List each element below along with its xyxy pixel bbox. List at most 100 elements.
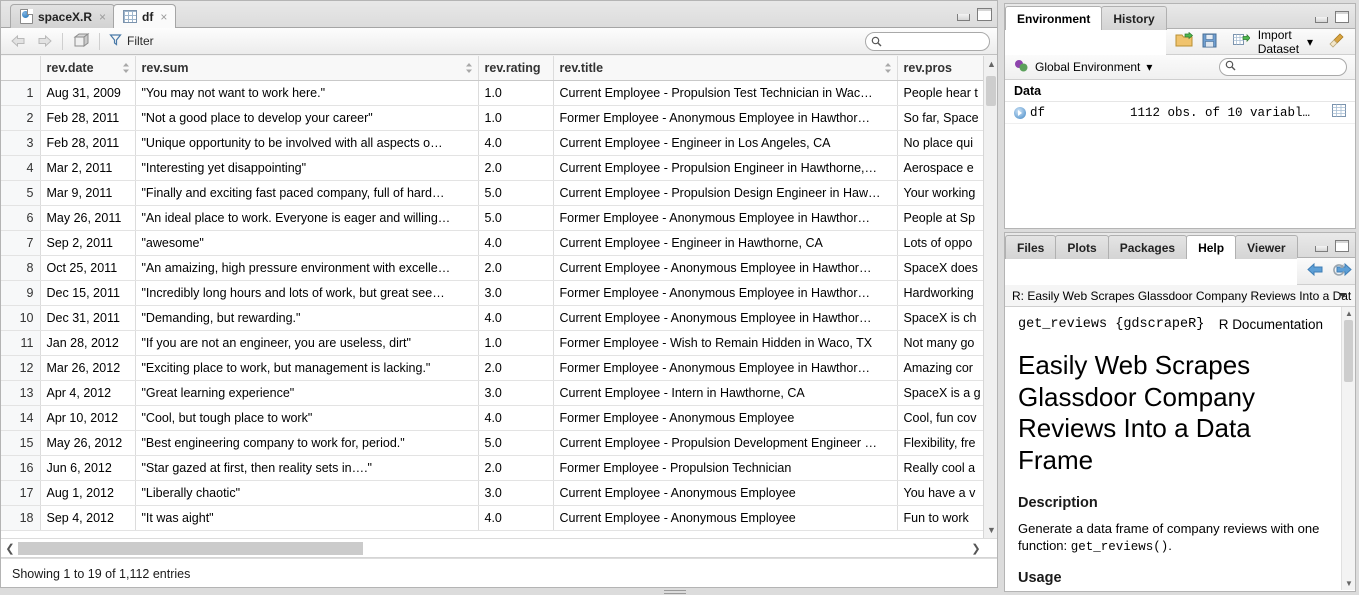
table-row[interactable]: 5 Mar 9, 2011 "Finally and exciting fast p… [0,180,984,206]
environment-search-input[interactable] [1219,58,1347,76]
cell-row-number: 1 [0,80,41,106]
cell-rev-title: Current Employee - Anonymous Employee in… [553,305,898,331]
scroll-thumb[interactable] [1344,320,1353,382]
table-row[interactable]: 13 Apr 4, 2012 "Great learning experience"… [0,380,984,406]
cell-rev-date: May 26, 2011 [40,205,136,231]
table-row[interactable]: 18 Sep 4, 2012 "It was aight" 4.0 Current Em… [0,505,984,531]
tab-history[interactable]: History [1101,6,1167,30]
help-section-heading-description: Description [1018,494,1098,511]
broom-clear-icon[interactable] [1329,32,1345,51]
col-header-rev-sum[interactable]: rev.sum [135,56,479,81]
table-row[interactable]: 8 Oct 25, 2011 "An amaizing, high pressure… [0,255,984,281]
minimize-icon[interactable] [957,14,970,21]
table-row[interactable]: 17 Aug 1, 2012 "Liberally chaotic" 3.0 Curre… [0,480,984,506]
cell-rev-rating: 4.0 [478,130,554,156]
tab-environment[interactable]: Environment [1005,6,1103,30]
table-row[interactable]: 15 May 26, 2012 "Best engineering company … [0,430,984,456]
table-row[interactable]: 3 Feb 28, 2011 "Unique opportunity to be i… [0,130,984,156]
table-row[interactable]: 2 Feb 28, 2011 "Not a good place to develo… [0,105,984,131]
environment-pane: Environment History Import Dataset ▾ Glo… [1004,3,1356,229]
filter-button[interactable]: Filter [109,33,154,49]
open-folder-icon[interactable] [1175,31,1194,51]
search-input[interactable] [865,32,990,51]
expand-triangle-icon[interactable] [1014,106,1026,119]
table-vertical-scrollbar[interactable]: ▲ ▼ [983,56,998,538]
cell-rev-date: Dec 15, 2011 [40,280,136,306]
forward-arrow-icon[interactable] [36,34,53,48]
hscroll-thumb[interactable] [18,542,363,555]
close-icon[interactable]: × [158,11,167,23]
cell-rev-date: Jan 28, 2012 [40,330,136,356]
data-table-container[interactable]: rev.date rev.sum rev.rating rev.title re… [0,56,998,538]
help-window-controls [1315,240,1349,252]
tab-viewer[interactable]: Viewer [1235,235,1298,259]
table-row[interactable]: 14 Apr 10, 2012 "Cool, but tough place to … [0,405,984,431]
sort-icon[interactable] [122,62,130,74]
cell-rev-sum: "Interesting yet disappointing" [135,155,479,181]
pane-resize-gripper[interactable] [664,588,686,594]
scroll-down-icon[interactable]: ▼ [984,522,999,538]
tab-spacex-r[interactable]: spaceX.R × [10,4,116,28]
cell-rev-pros: SpaceX is ch [897,305,984,331]
scroll-left-icon[interactable]: ❮ [2,539,18,558]
data-viewer-toolbar: Filter [0,28,998,55]
cell-rev-rating: 2.0 [478,155,554,181]
table-row[interactable]: 6 May 26, 2011 "An ideal place to work. Ev… [0,205,984,231]
cell-rev-sum: "Unique opportunity to be involved with … [135,130,479,156]
col-header-rev-rating[interactable]: rev.rating [478,56,554,81]
chevron-down-icon[interactable] [1339,293,1347,298]
table-row[interactable]: 4 Mar 2, 2011 "Interesting yet disappointi… [0,155,984,181]
table-body: 1 Aug 31, 2009 "You may not want to work h… [0,80,984,531]
back-arrow-icon[interactable] [10,34,27,48]
maximize-icon[interactable] [1335,11,1349,23]
scroll-track[interactable] [984,72,998,522]
scroll-right-icon[interactable]: ❯ [968,539,984,558]
tab-label: Packages [1119,240,1176,255]
tab-files[interactable]: Files [1005,235,1057,259]
col-header-rev-date[interactable]: rev.date [40,56,136,81]
table-row[interactable]: 11 Jan 28, 2012 "If you are not an enginee… [0,330,984,356]
tab-packages[interactable]: Packages [1107,235,1188,259]
table-row[interactable]: 10 Dec 31, 2011 "Demanding, but rewarding.… [0,305,984,331]
sort-icon[interactable] [465,62,473,74]
environment-scope-row: Global Environment ▾ [1005,55,1355,80]
col-header-rev-pros[interactable]: rev.pros [897,56,984,81]
close-icon[interactable]: × [97,11,106,23]
view-table-icon[interactable] [1332,104,1346,121]
back-arrow-icon[interactable] [1306,262,1325,280]
col-header-rev-title[interactable]: rev.title [553,56,898,81]
minimize-icon[interactable] [1315,246,1328,252]
sort-icon[interactable] [884,62,892,74]
cell-rev-title: Current Employee - Propulsion Engineer i… [553,155,898,181]
scroll-up-icon[interactable]: ▲ [984,56,999,72]
table-row[interactable]: 16 Jun 6, 2012 "Star gazed at first, then … [0,455,984,481]
refresh-icon[interactable] [1331,263,1346,281]
help-vertical-scrollbar[interactable]: ▲ ▼ [1341,307,1355,590]
col-header-rownum [0,56,41,81]
tab-plots[interactable]: Plots [1055,235,1109,259]
chevron-down-icon[interactable]: ▾ [1146,60,1152,74]
maximize-icon[interactable] [1335,240,1349,252]
save-disk-icon[interactable] [1202,33,1217,51]
table-horizontal-scrollbar[interactable]: ❮ ❯ [0,538,998,558]
table-row[interactable]: 1 Aug 31, 2009 "You may not want to work h… [0,80,984,106]
import-dataset-icon[interactable] [1232,33,1251,50]
help-topic-selector[interactable]: R: Easily Web Scrapes Glassdoor Company … [1005,285,1355,307]
cell-rev-rating: 5.0 [478,180,554,206]
global-environment-label[interactable]: Global Environment [1035,60,1140,74]
environment-variable-row[interactable]: df 1112 obs. of 10 variabl… [1005,102,1355,124]
table-row[interactable]: 12 Mar 26, 2012 "Exciting place to work, b… [0,355,984,381]
minimize-icon[interactable] [1315,17,1328,23]
maximize-icon[interactable] [977,8,992,21]
table-row[interactable]: 7 Sep 2, 2011 "awesome" 4.0 Current Employee… [0,230,984,256]
tab-df[interactable]: df × [113,4,177,28]
cell-rev-pros: You have a v [897,480,984,506]
table-row[interactable]: 9 Dec 15, 2011 "Incredibly long hours and … [0,280,984,306]
import-dataset-label[interactable]: Import Dataset [1258,28,1299,56]
scroll-thumb[interactable] [986,76,996,106]
chevron-down-icon[interactable]: ▾ [1307,35,1313,49]
show-in-new-window-icon[interactable] [72,33,90,49]
scroll-up-icon[interactable]: ▲ [1342,307,1355,320]
scroll-down-icon[interactable]: ▼ [1342,577,1355,590]
tab-help[interactable]: Help [1186,235,1237,259]
